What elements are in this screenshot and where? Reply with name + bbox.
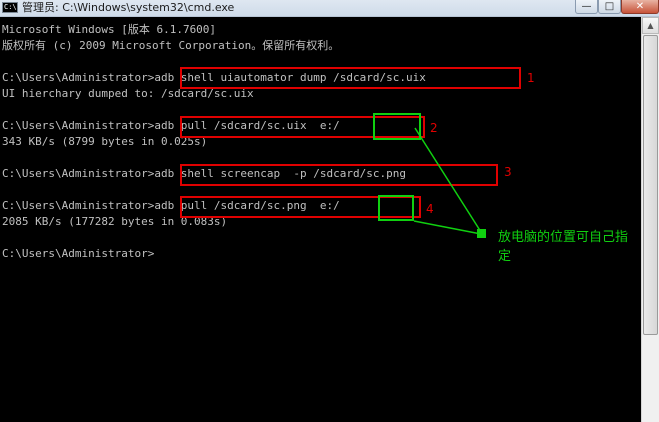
console-line: Microsoft Windows [版本 6.1.7600] [2,23,217,36]
console-line: 版权所有 (c) 2009 Microsoft Corporation。保留所有… [2,39,340,52]
annotation-box-command-3 [180,164,498,186]
annotation-target-e-drive-1 [373,113,421,140]
minimize-button[interactable]: — [575,0,598,14]
console-line: C:\Users\Administrator> [2,247,155,260]
vertical-scrollbar[interactable]: ▲ [641,17,659,422]
step-number-3: 3 [504,165,512,179]
window-title: 管理员: C:\Windows\system32\cmd.exe [22,1,235,14]
cmd-app-icon[interactable]: C:\ [2,2,18,13]
scroll-thumb[interactable] [643,35,658,335]
maximize-button[interactable]: □ [598,0,621,14]
scroll-up-arrow-icon[interactable]: ▲ [642,17,659,34]
annotation-note: 放电脑的位置可自己指定 [498,230,629,264]
step-number-4: 4 [426,202,434,216]
console-line: 343 KB/s (8799 bytes in 0.025s) [2,135,208,148]
step-number-2: 2 [430,121,438,135]
annotation-box-command-1 [180,67,521,89]
step-number-1: 1 [527,71,535,85]
annotation-target-e-drive-2 [378,195,414,221]
title-bar[interactable]: C:\ 管理员: C:\Windows\system32\cmd.exe — □… [0,0,659,17]
close-button[interactable]: ✕ [621,0,659,14]
